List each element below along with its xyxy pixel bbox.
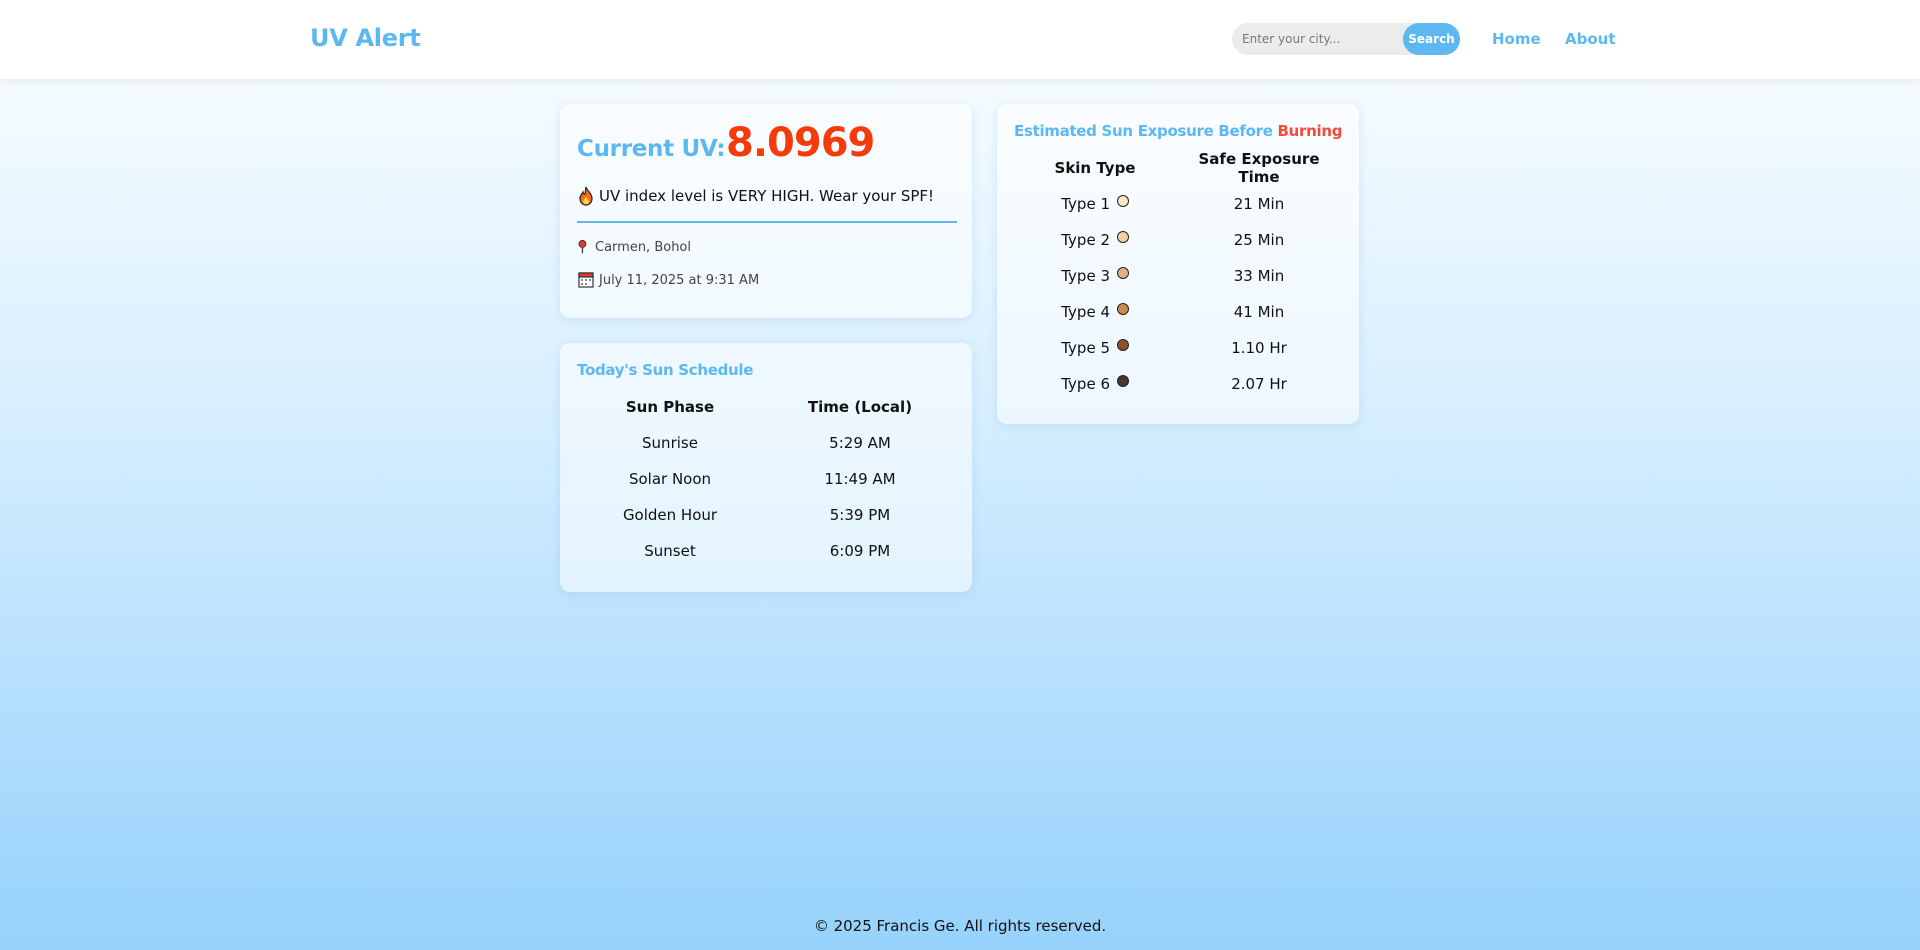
table-row: Type 3 33 Min [1014, 258, 1342, 294]
current-uv-card: Current UV: 8.0969 UV index level is VER… [560, 104, 972, 318]
skin-tone-icon [1116, 195, 1129, 207]
skin-type-label: Type 4 [1061, 303, 1110, 321]
city-search-input[interactable] [1232, 23, 1407, 55]
table-row: Golden Hour 5:39 PM [577, 497, 957, 533]
skin-type-label: Type 5 [1061, 339, 1110, 357]
uv-warning-text: UV index level is VERY HIGH. Wear your S… [599, 187, 935, 205]
skin-tone-icon [1116, 267, 1129, 279]
exposure-time-cell: 2.07 Hr [1231, 375, 1287, 393]
sun-exposure-title: Estimated Sun Exposure Before Burning [1014, 122, 1343, 140]
skin-type-cell: Type 4 [1014, 294, 1176, 330]
nav-about-link[interactable]: About [1565, 30, 1616, 48]
top-navbar: UV Alert Search Home About [0, 0, 1920, 79]
search-button[interactable]: Search [1403, 23, 1460, 55]
sun-phase-cell: Sunrise [642, 434, 698, 452]
sun-exposure-title-burning: Burning [1277, 122, 1343, 140]
current-uv-label: Current UV: [577, 136, 726, 162]
column-header: Safe Exposure Time [1198, 150, 1320, 186]
exposure-time-cell: 33 Min [1233, 267, 1285, 285]
location-text: Carmen, Bohol [595, 239, 692, 255]
search-bar: Search [1232, 23, 1460, 55]
column-header: Time (Local) [807, 398, 913, 416]
skin-type-label: Type 6 [1061, 375, 1110, 393]
fire-icon [579, 186, 593, 206]
skin-type-label: Type 2 [1061, 231, 1110, 249]
sun-phase-cell: Golden Hour [622, 506, 718, 524]
skin-tone-icon [1116, 339, 1129, 351]
table-row: Type 2 25 Min [1014, 222, 1342, 258]
skin-type-cell: Type 2 [1014, 222, 1176, 258]
skin-exposure-table: Skin Type Safe Exposure Time Type 1 21 M… [1014, 150, 1342, 402]
table-row: Type 4 41 Min [1014, 294, 1342, 330]
exposure-time-cell: 41 Min [1233, 303, 1285, 321]
datetime-row: July 11, 2025 at 9:31 AM [577, 270, 759, 290]
skin-type-label: Type 3 [1061, 267, 1110, 285]
sun-schedule-title: Today's Sun Schedule [577, 361, 754, 379]
app-logo[interactable]: UV Alert [310, 24, 421, 52]
sun-schedule-table: Sun Phase Time (Local) Sunrise 5:29 AM S… [577, 389, 957, 569]
table-row: Sunrise 5:29 AM [577, 425, 957, 461]
skin-type-cell: Type 5 [1014, 330, 1176, 366]
sun-exposure-card: Estimated Sun Exposure Before Burning Sk… [997, 104, 1359, 424]
sun-time-cell: 5:39 PM [829, 506, 891, 524]
skin-type-cell: Type 1 [1014, 186, 1176, 222]
uv-divider [577, 221, 957, 223]
sun-phase-cell: Solar Noon [628, 470, 712, 488]
current-uv-value: 8.0969 [726, 120, 875, 166]
skin-type-cell: Type 3 [1014, 258, 1176, 294]
table-row: Type 6 2.07 Hr [1014, 366, 1342, 402]
table-row: Type 5 1.10 Hr [1014, 330, 1342, 366]
table-row: Type 1 21 Min [1014, 186, 1342, 222]
sun-schedule-card: Today's Sun Schedule Sun Phase Time (Loc… [560, 343, 972, 592]
exposure-time-cell: 21 Min [1233, 195, 1285, 213]
skin-tone-icon [1116, 375, 1129, 387]
column-header: Sun Phase [625, 398, 715, 416]
location-row: Carmen, Bohol [577, 237, 691, 257]
skin-tone-icon [1116, 231, 1129, 243]
sun-time-cell: 11:49 AM [824, 470, 896, 488]
column-header: Skin Type [1054, 159, 1136, 177]
sun-phase-cell: Sunset [644, 542, 696, 560]
sun-time-cell: 5:29 AM [829, 434, 891, 452]
uv-warning-message: UV index level is VERY HIGH. Wear your S… [577, 186, 934, 206]
table-row: Sunset 6:09 PM [577, 533, 957, 569]
skin-tone-icon [1116, 303, 1129, 315]
nav-home-link[interactable]: Home [1492, 30, 1541, 48]
skin-type-label: Type 1 [1061, 195, 1110, 213]
calendar-icon [578, 272, 594, 288]
exposure-time-cell: 25 Min [1233, 231, 1285, 249]
datetime-text: July 11, 2025 at 9:31 AM [599, 272, 760, 288]
skin-type-cell: Type 6 [1014, 366, 1176, 402]
exposure-time-cell: 1.10 Hr [1231, 339, 1287, 357]
pin-icon [578, 240, 587, 254]
table-header-row: Sun Phase Time (Local) [577, 389, 957, 425]
sun-exposure-title-prefix: Estimated Sun Exposure Before [1014, 122, 1273, 140]
footer-copyright: © 2025 Francis Ge. All rights reserved. [813, 917, 1107, 935]
sun-time-cell: 6:09 PM [829, 542, 891, 560]
table-row: Solar Noon 11:49 AM [577, 461, 957, 497]
table-header-row: Skin Type Safe Exposure Time [1014, 150, 1342, 186]
